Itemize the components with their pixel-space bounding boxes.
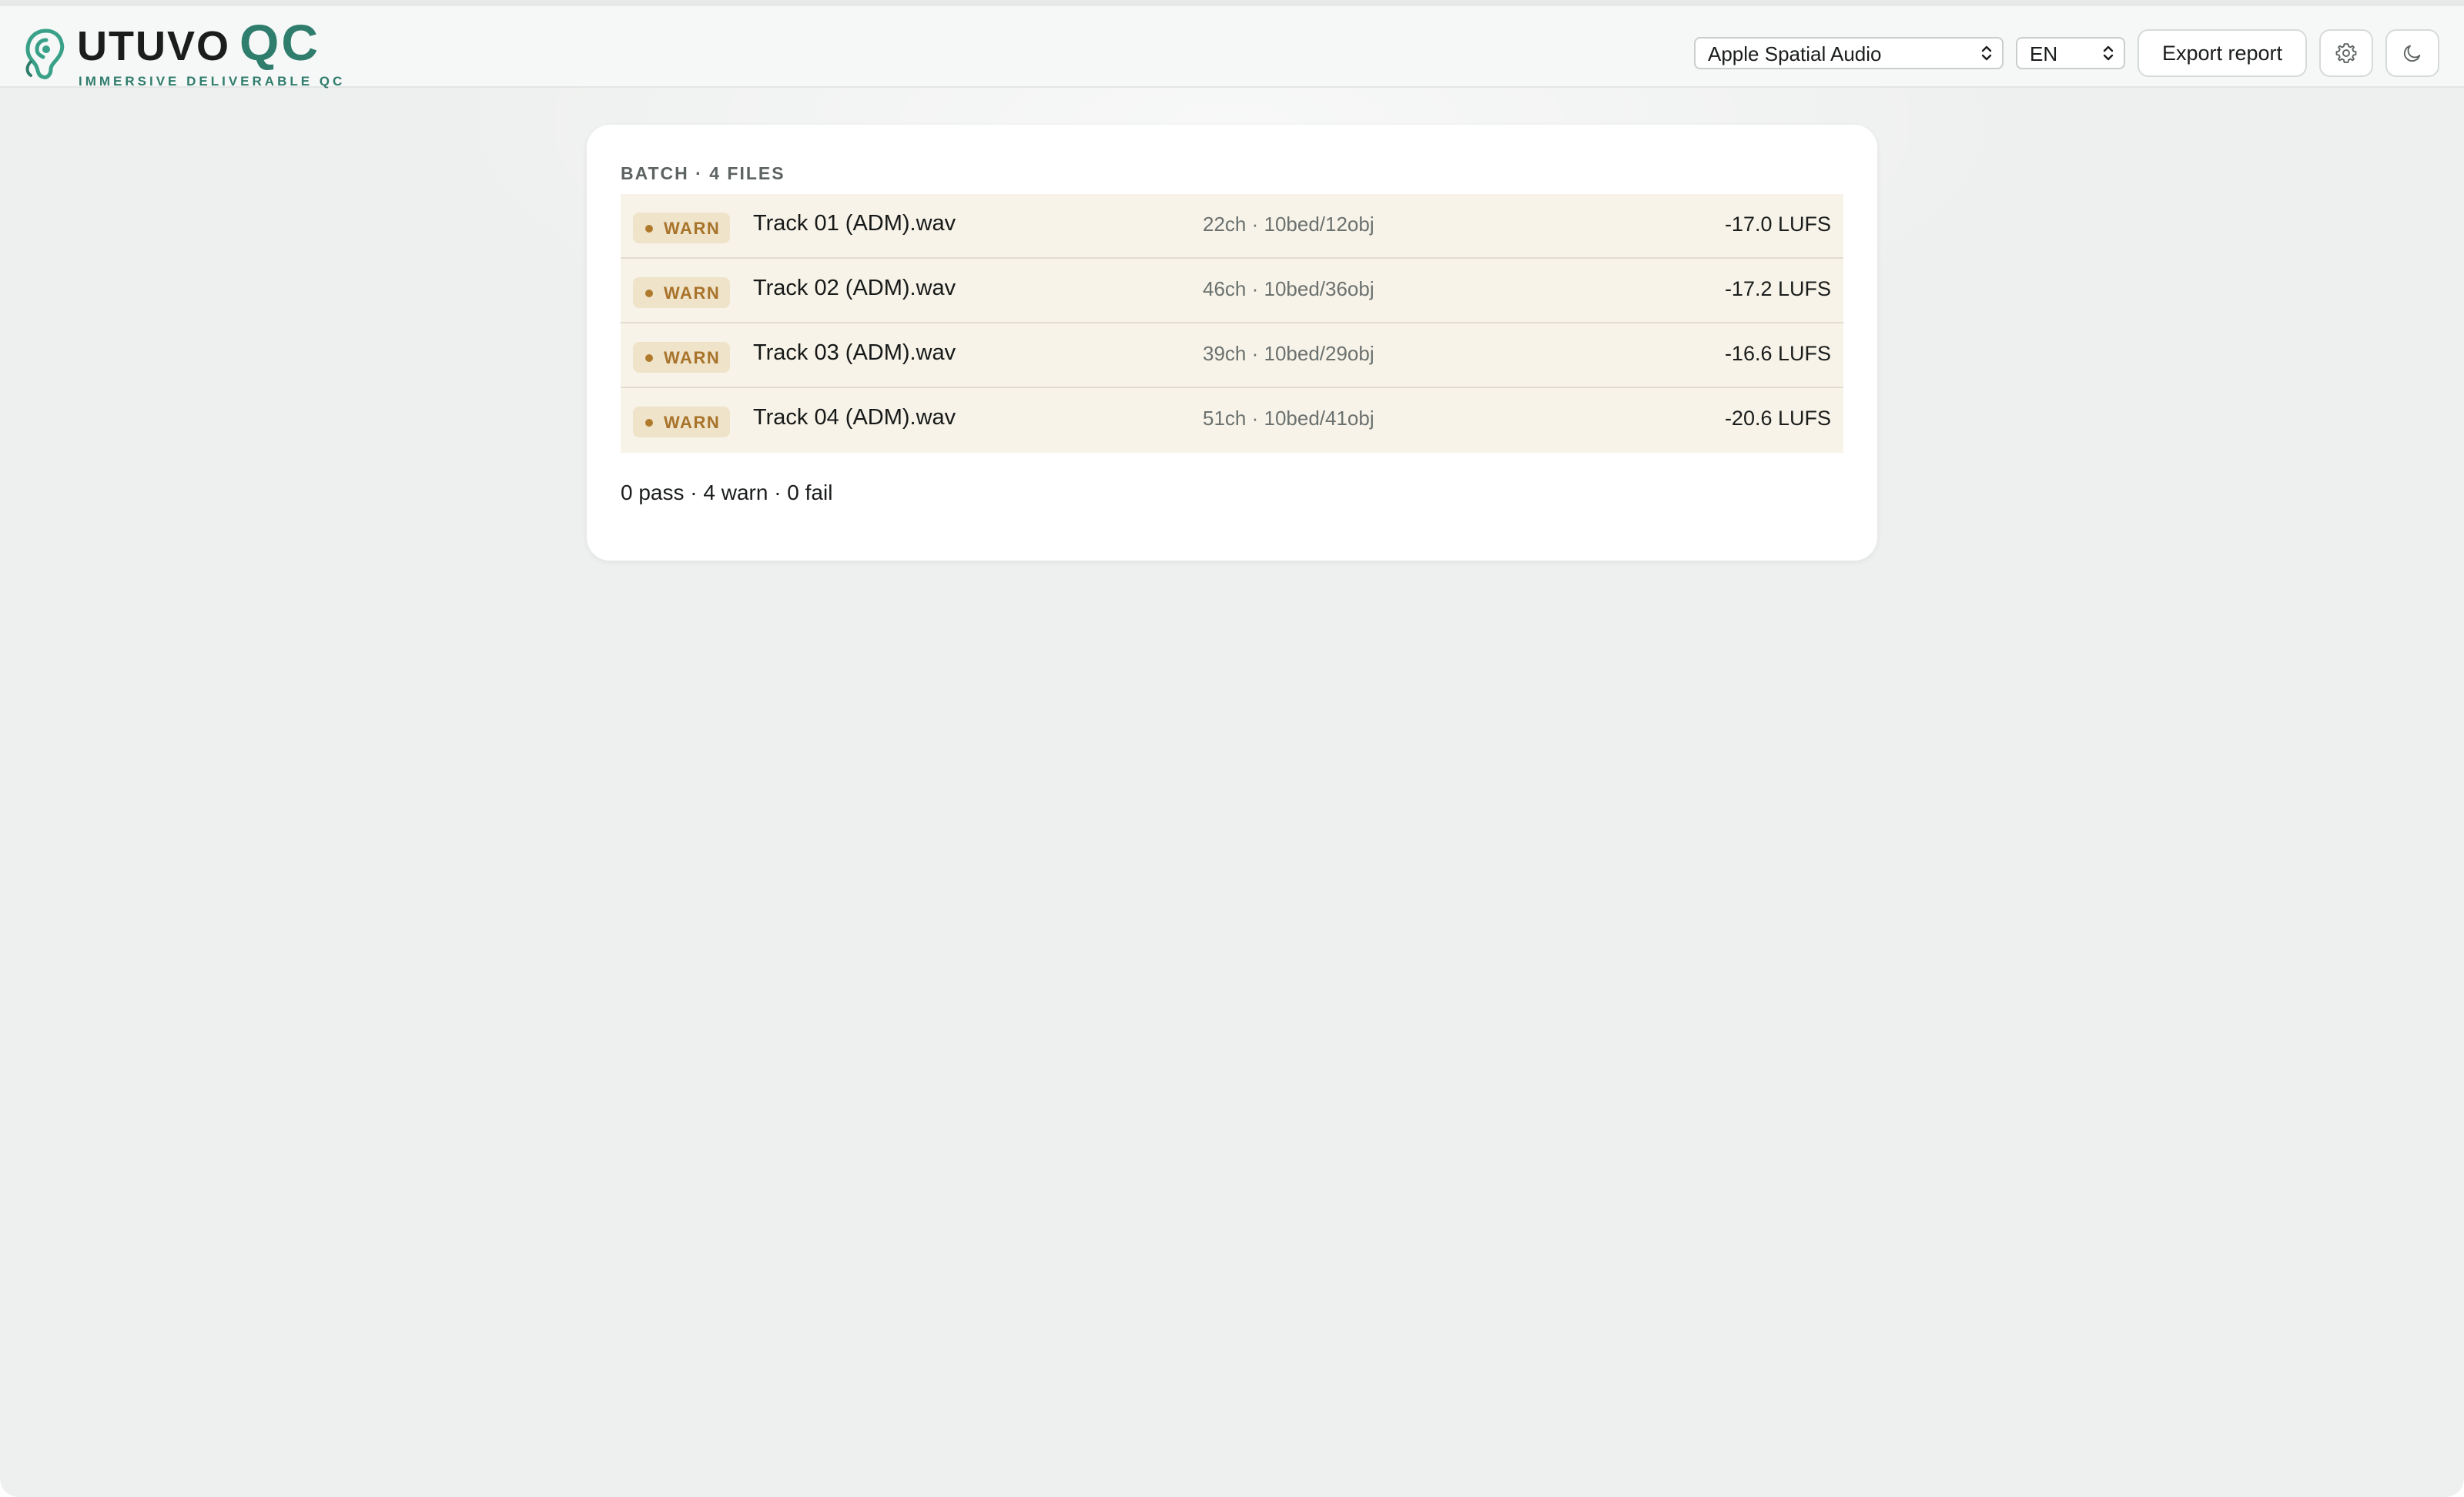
loudness-value: -20.6 LUFS <box>1724 407 1831 430</box>
channel-info: 22ch · 10bed/12obj <box>1203 213 1374 236</box>
batch-file-list: WARN Track 01 (ADM).wav 22ch · 10bed/12o… <box>621 194 1843 453</box>
status-label: WARN <box>664 219 721 238</box>
status-dot-icon <box>645 354 653 362</box>
file-row[interactable]: WARN Track 02 (ADM).wav 46ch · 10bed/36o… <box>621 259 1843 323</box>
top-strip <box>0 0 2464 6</box>
file-name: Track 02 (ADM).wav <box>753 276 956 300</box>
file-name: Track 04 (ADM).wav <box>753 405 956 430</box>
profile-select-value: Apple Spatial Audio <box>1708 42 1882 65</box>
language-select-value: EN <box>2030 42 2058 65</box>
export-report-label: Export report <box>2161 41 2283 65</box>
status-dot-icon <box>645 225 653 233</box>
brand-subtitle: IMMERSIVE DELIVERABLE QC <box>79 74 346 89</box>
status-badge: WARN <box>633 213 730 243</box>
status-badge: WARN <box>633 342 730 373</box>
batch-summary: 0 pass · 4 warn · 0 fail <box>621 481 833 504</box>
file-name: Track 01 (ADM).wav <box>753 211 956 236</box>
brand-name-utuvo: UTUVO <box>77 23 230 69</box>
chevron-updown-icon <box>1981 45 1992 61</box>
channel-info: 39ch · 10bed/29obj <box>1203 342 1374 365</box>
gear-icon <box>2335 43 2357 63</box>
status-dot-icon <box>645 419 653 427</box>
moon-icon <box>2403 45 2421 62</box>
status-label: WARN <box>664 413 721 432</box>
app-window: UTUVO QC IMMERSIVE DELIVERABLE QC Apple S… <box>0 0 2464 1497</box>
brand-name: UTUVO QC <box>77 17 320 72</box>
channel-info: 51ch · 10bed/41obj <box>1203 407 1374 430</box>
loudness-value: -17.2 LUFS <box>1724 277 1831 300</box>
ear-logo-icon <box>25 28 65 79</box>
file-name: Track 03 (ADM).wav <box>753 340 956 365</box>
app-header: UTUVO QC IMMERSIVE DELIVERABLE QC Apple S… <box>0 6 2464 89</box>
file-row[interactable]: WARN Track 03 (ADM).wav 39ch · 10bed/29o… <box>621 323 1843 388</box>
file-row[interactable]: WARN Track 01 (ADM).wav 22ch · 10bed/12o… <box>621 194 1843 259</box>
status-label: WARN <box>664 348 721 367</box>
chevron-updown-icon <box>2103 45 2114 61</box>
language-select[interactable]: EN <box>2016 37 2125 69</box>
status-badge: WARN <box>633 277 730 308</box>
status-dot-icon <box>645 290 653 297</box>
export-report-button[interactable]: Export report <box>2138 29 2307 77</box>
status-badge: WARN <box>633 407 730 437</box>
brand-name-qc: QC <box>239 14 320 71</box>
channel-info: 46ch · 10bed/36obj <box>1203 277 1374 300</box>
profile-select[interactable]: Apple Spatial Audio <box>1694 37 2004 69</box>
loudness-value: -17.0 LUFS <box>1724 213 1831 236</box>
file-row[interactable]: WARN Track 04 (ADM).wav 51ch · 10bed/41o… <box>621 388 1843 453</box>
batch-title: BATCH · 4 FILES <box>621 163 785 183</box>
status-label: WARN <box>664 283 721 303</box>
settings-button[interactable] <box>2319 29 2373 77</box>
batch-card: BATCH · 4 FILES WARN Track 01 (ADM).wav … <box>587 125 1877 561</box>
loudness-value: -16.6 LUFS <box>1724 342 1831 365</box>
theme-toggle-button[interactable] <box>2385 29 2439 77</box>
